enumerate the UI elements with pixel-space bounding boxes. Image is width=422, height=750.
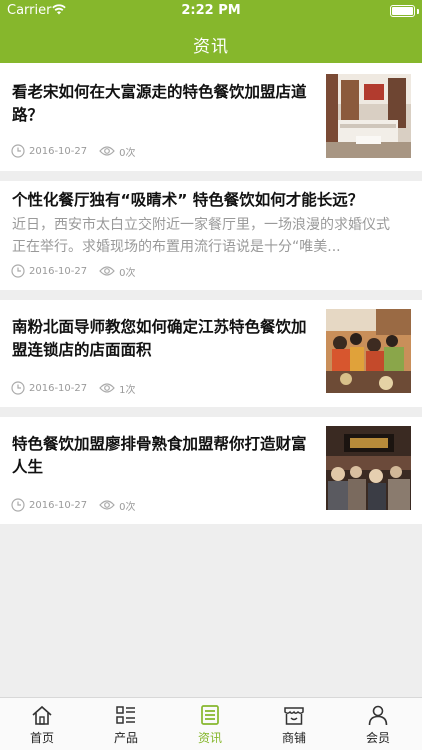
eye-icon [99,383,115,393]
tab-member[interactable]: 会员 [336,698,420,750]
article-title-line: 南粉北面导师教您如何确定江苏特色餐饮加 [12,318,307,336]
battery-tip [417,9,419,14]
list-icon [116,706,135,724]
news-icon [201,705,219,725]
tab-bar: 首页 产品 资讯 商铺 会员 [0,697,422,750]
article-title: 南粉北面导师教您如何确定江苏特色餐饮加 盟连锁店的店面面积 [12,316,307,362]
article-summary-line: 正在举行。求婚现场的布置用流行语说是十分“唯美... [12,239,341,255]
article-views: 0次 [119,501,136,513]
article-summary-line: 近日，西安市太白立交附近一家餐厅里，一场浪漫的求婚仪式 [12,217,390,233]
article-meta: 2016-10-27 0次 [11,497,136,513]
article-summary: 近日，西安市太白立交附近一家餐厅里，一场浪漫的求婚仪式 正在举行。求婚现场的布置… [12,214,402,258]
article-card[interactable]: 特色餐饮加盟廖排骨熟食加盟帮你打造财富 人生 2016-10-27 0次 [0,417,422,524]
clock-icon [11,144,25,158]
page-title: 资讯 [193,37,229,57]
article-title: 特色餐饮加盟廖排骨熟食加盟帮你打造财富 人生 [12,433,307,479]
tab-label: 资讯 [197,731,222,745]
tab-news[interactable]: 资讯 [168,698,252,750]
article-card[interactable]: 南粉北面导师教您如何确定江苏特色餐饮加 盟连锁店的店面面积 2016-10-27… [0,300,422,407]
article-thumbnail[interactable] [326,426,411,510]
article-title-line: 看老宋如何在大富源走的特色餐饮加盟店道 [12,83,307,101]
article-date: 2016-10-27 [29,382,88,394]
article-title-line: 路？ [12,106,44,124]
clock-icon [11,381,25,395]
tab-label: 首页 [29,731,54,745]
tab-label: 会员 [365,731,390,745]
article-title-line: 盟连锁店的店面面积 [12,341,152,359]
clock-icon [11,264,25,278]
article-views: 0次 [119,147,136,159]
tab-stores[interactable]: 商铺 [252,698,336,750]
article-thumbnail[interactable] [326,74,411,158]
tab-home[interactable]: 首页 [0,698,84,750]
eye-icon [99,266,115,276]
article-title-line: 人生 [12,458,44,476]
home-icon [32,705,52,725]
nav-header: Carrier 2:22 PM 资讯 [0,0,422,63]
article-thumbnail[interactable] [326,309,411,393]
tab-products[interactable]: 产品 [84,698,168,750]
article-views: 1次 [119,384,136,396]
article-meta: 2016-10-27 1次 [11,380,136,396]
eye-icon [99,146,115,156]
article-card[interactable]: 个性化餐厅独有“吸睛术” 特色餐饮如何才能长远？ 近日，西安市太白立交附近一家餐… [0,181,422,290]
clock-icon [11,498,25,512]
article-meta: 2016-10-27 0次 [11,143,136,159]
status-bar: Carrier 2:22 PM [0,0,422,22]
clock-label: 2:22 PM [181,3,241,18]
user-icon [368,705,388,726]
tab-label: 产品 [113,731,138,745]
tab-label: 商铺 [281,731,306,745]
battery-icon [390,5,415,17]
article-title: 看老宋如何在大富源走的特色餐饮加盟店道 路？ [12,81,307,127]
article-date: 2016-10-27 [29,145,88,157]
article-card[interactable]: 看老宋如何在大富源走的特色餐饮加盟店道 路？ 2016-10-27 0次 [0,63,422,171]
eye-icon [99,500,115,510]
store-icon [284,707,304,725]
article-title: 个性化餐厅独有“吸睛术” 特色餐饮如何才能长远？ [12,191,364,209]
article-date: 2016-10-27 [29,265,88,277]
article-meta: 2016-10-27 0次 [11,263,136,279]
article-views: 0次 [119,267,136,279]
article-title-line: 特色餐饮加盟廖排骨熟食加盟帮你打造财富 [12,435,307,453]
article-date: 2016-10-27 [29,499,88,511]
